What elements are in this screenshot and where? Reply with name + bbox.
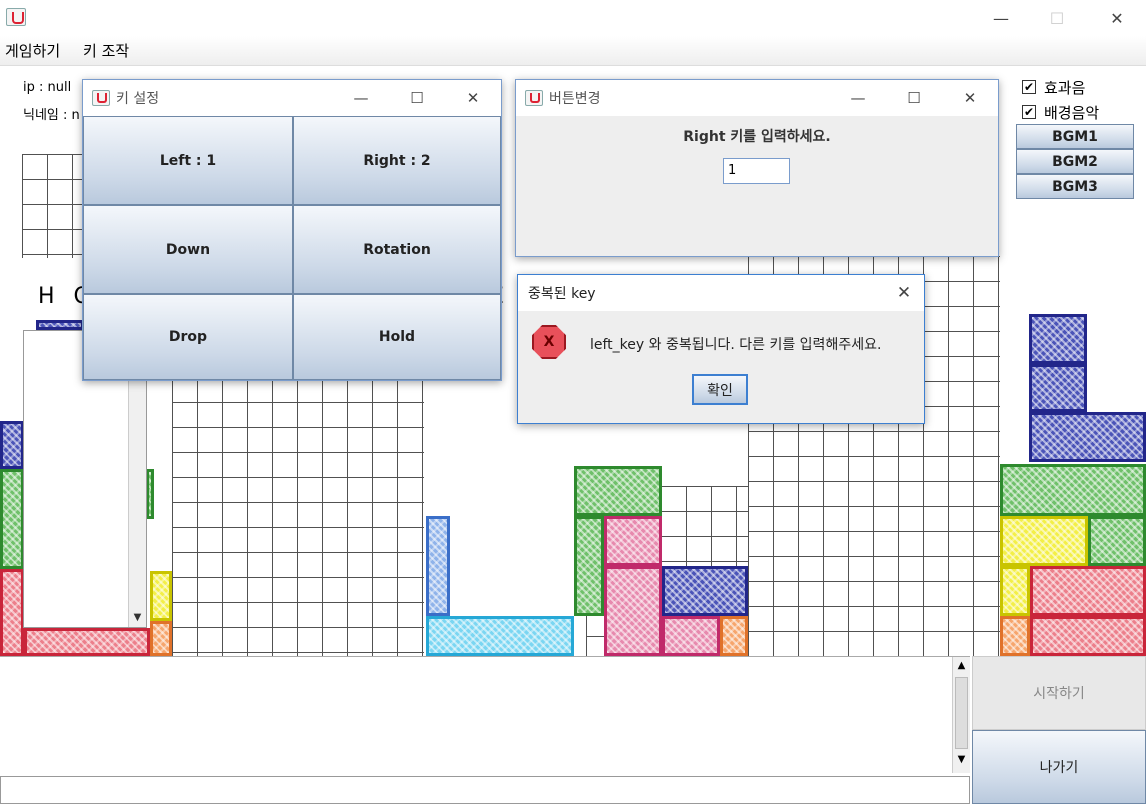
tetris-block — [1029, 412, 1146, 462]
tetris-block — [150, 571, 172, 621]
nickname-label: 닉네임 : n — [23, 108, 80, 123]
window-title: 버튼변경 — [549, 91, 601, 107]
close-button[interactable]: ✕ — [1094, 0, 1140, 36]
tetris-block — [1000, 616, 1030, 656]
dialog-title: 중복된 key — [528, 286, 596, 302]
key-settings-window: 키 설정 — ☐ ✕ Left : 1 Right : 2 Down Rotat… — [82, 79, 502, 381]
maximize-button[interactable]: ☐ — [886, 89, 942, 107]
tetris-block — [1030, 616, 1146, 656]
java-app-icon — [525, 90, 543, 106]
chat-log[interactable] — [0, 656, 970, 774]
rotation-key-button[interactable]: Rotation — [293, 205, 501, 294]
close-button[interactable]: ✕ — [445, 89, 501, 107]
tetris-block — [0, 569, 24, 656]
scroll-down-arrow-icon[interactable]: ▼ — [129, 609, 146, 627]
tetris-block — [574, 466, 662, 516]
ok-button[interactable]: 확인 — [692, 374, 748, 405]
close-button[interactable]: ✕ — [942, 89, 998, 107]
sfx-label: 효과음 — [1044, 79, 1086, 97]
scroll-up-arrow-icon[interactable]: ▲ — [953, 657, 970, 675]
change-key-titlebar: 버튼변경 — ☐ ✕ — [516, 80, 998, 116]
bgm3-button[interactable]: BGM3 — [1016, 174, 1134, 199]
sfx-checkbox[interactable]: ✔ — [1022, 80, 1036, 94]
error-icon: X — [532, 325, 566, 359]
minimize-button[interactable]: — — [333, 89, 389, 107]
tetris-block — [24, 628, 150, 656]
tetris-block — [574, 516, 604, 616]
tetris-block — [1030, 566, 1146, 616]
tetris-block — [426, 616, 574, 656]
minimize-button[interactable]: — — [978, 0, 1024, 36]
tetris-block — [662, 616, 720, 656]
tetris-block — [0, 469, 24, 569]
java-app-icon — [6, 8, 26, 26]
tetris-block — [0, 421, 24, 469]
scroll-thumb[interactable] — [955, 677, 968, 749]
right-key-button[interactable]: Right : 2 — [293, 116, 501, 205]
minimize-button[interactable]: — — [830, 89, 886, 107]
key-prompt: Right 키를 입력하세요. — [683, 129, 831, 145]
tetris-block — [662, 566, 748, 616]
chat-scrollbar[interactable]: ▲ ▼ — [952, 657, 970, 773]
java-app-icon — [92, 90, 110, 106]
tetris-block — [426, 516, 450, 616]
maximize-button[interactable]: ☐ — [1034, 0, 1080, 36]
tetris-block — [36, 320, 84, 330]
duplicate-key-dialog: 중복된 key ✕ X left_key 와 중복됩니다. 다른 키를 입력해주… — [517, 274, 925, 424]
tetris-block — [150, 621, 172, 656]
main-titlebar — [0, 0, 1146, 36]
dialog-titlebar: 중복된 key ✕ — [518, 275, 924, 311]
drop-key-button[interactable]: Drop — [83, 294, 293, 380]
tetris-block — [146, 469, 154, 519]
error-message: left_key 와 중복됩니다. 다른 키를 입력해주세요. — [590, 337, 882, 353]
bgm-checkbox[interactable]: ✔ — [1022, 105, 1036, 119]
menu-play[interactable]: 게임하기 — [5, 40, 60, 61]
ip-label: ip : null — [23, 80, 72, 95]
left-key-button[interactable]: Left : 1 — [83, 116, 293, 205]
bgm1-button[interactable]: BGM1 — [1016, 124, 1134, 149]
bgm2-button[interactable]: BGM2 — [1016, 149, 1134, 174]
key-settings-titlebar: 키 설정 — ☐ ✕ — [83, 80, 501, 116]
scroll-down-arrow-icon[interactable]: ▼ — [953, 751, 970, 769]
maximize-button[interactable]: ☐ — [389, 89, 445, 107]
player-board-grid — [172, 377, 424, 656]
tetris-block — [1000, 566, 1030, 616]
tetris-block — [1029, 314, 1087, 364]
menu-key-settings[interactable]: 키 조작 — [83, 40, 129, 61]
key-input[interactable]: 1 — [723, 158, 790, 184]
tetris-block — [1029, 364, 1087, 412]
tetris-block — [720, 616, 748, 656]
tetris-block — [1088, 516, 1146, 566]
tetris-block — [604, 516, 662, 566]
down-key-button[interactable]: Down — [83, 205, 293, 294]
menu-bar — [0, 36, 1146, 66]
start-button[interactable]: 시작하기 — [972, 656, 1146, 730]
hold-key-button[interactable]: Hold — [293, 294, 501, 380]
window-title: 키 설정 — [116, 91, 160, 107]
chat-input[interactable] — [0, 776, 970, 804]
change-key-window: 버튼변경 — ☐ ✕ Right 키를 입력하세요. 1 — [515, 79, 999, 257]
close-button[interactable]: ✕ — [884, 283, 924, 303]
bgm-label: 배경음악 — [1044, 104, 1100, 122]
tetris-block — [604, 566, 662, 656]
exit-button[interactable]: 나가기 — [972, 730, 1146, 804]
tetris-block — [1000, 516, 1088, 566]
tetris-block — [1000, 464, 1146, 516]
